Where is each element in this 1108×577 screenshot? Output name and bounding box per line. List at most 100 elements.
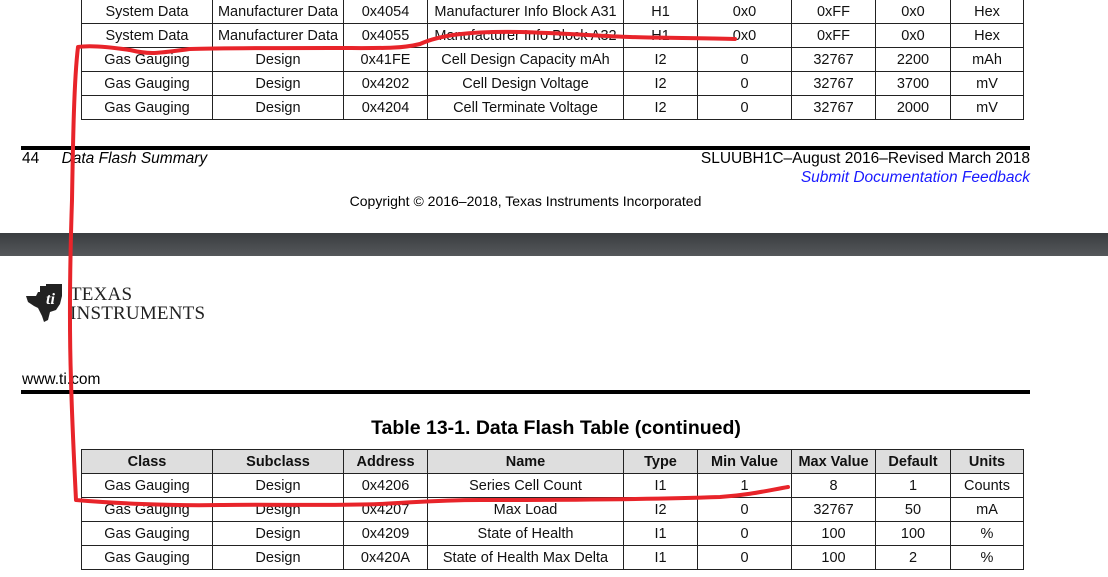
table-cell: Design	[212, 521, 344, 546]
table-cell: Design	[212, 545, 344, 570]
table-cell: State of Health	[427, 521, 624, 546]
table-cell: mA	[950, 497, 1024, 522]
table-row: Gas Gauging Design 0x41FE Cell Design Capac…	[81, 47, 1024, 72]
table-cell: Hex	[950, 23, 1024, 48]
table-row: Gas Gauging Design 0x4202 Cell Design Volta…	[81, 71, 1024, 96]
table-cell: mAh	[950, 47, 1024, 72]
table-cell: Cell Design Capacity mAh	[427, 47, 624, 72]
table-cell: System Data	[81, 0, 213, 24]
table-cell: 0x0	[875, 23, 951, 48]
table-cell: Max Load	[427, 497, 624, 522]
table-cell: 0	[697, 497, 792, 522]
table-cell: 0x0	[697, 0, 792, 24]
table-cell: 2200	[875, 47, 951, 72]
table-body: System Data Manufacturer Data 0x4054 Manufa…	[81, 0, 1024, 120]
table-cell: 0xFF	[791, 23, 876, 48]
section-title: Data Flash Summary	[61, 150, 208, 167]
table-cell: 0x4204	[343, 95, 428, 120]
table-cell: I2	[623, 95, 698, 120]
column-header: Units	[950, 449, 1024, 474]
table-cell: %	[950, 521, 1024, 546]
table-cell: Hex	[950, 0, 1024, 24]
table-cell: 8	[791, 473, 876, 498]
table-cell: 50	[875, 497, 951, 522]
table-cell: Manufacturer Info Block A31	[427, 0, 624, 24]
table-cell: Gas Gauging	[81, 497, 213, 522]
table-cell: 0x4209	[343, 521, 428, 546]
table-row: Gas Gauging Design 0x4207 Max Load I2 0 32767 5…	[81, 497, 1024, 522]
column-header: Address	[343, 449, 428, 474]
table-cell: Manufacturer Info Block A32	[427, 23, 624, 48]
table-cell: Gas Gauging	[81, 545, 213, 570]
table-cell: 32767	[791, 71, 876, 96]
table-cell: I2	[623, 497, 698, 522]
table-cell: 0	[697, 545, 792, 570]
logo-line-1: TEXAS	[70, 284, 133, 305]
table-cell: Series Cell Count	[427, 473, 624, 498]
table-cell: Gas Gauging	[81, 473, 213, 498]
page-number: 44	[22, 150, 40, 167]
table-cell: 0x4054	[343, 0, 428, 24]
table-row: Gas Gauging Design 0x4204 Cell Terminate Vo…	[81, 95, 1024, 120]
table-cell: 100	[791, 545, 876, 570]
table-cell: Counts	[950, 473, 1024, 498]
table-cell: 32767	[791, 47, 876, 72]
table-cell: 3700	[875, 71, 951, 96]
table-cell: 0x4202	[343, 71, 428, 96]
table-cell: Manufacturer Data	[212, 0, 344, 24]
table-cell: 2000	[875, 95, 951, 120]
table-cell: H1	[623, 23, 698, 48]
table-cell: 0x4206	[343, 473, 428, 498]
table-cell: 100	[875, 521, 951, 546]
table-cell: mV	[950, 71, 1024, 96]
table-title: Table 13-1. Data Flash Table (continued)	[371, 417, 741, 439]
table-cell: System Data	[81, 23, 213, 48]
table-cell: I2	[623, 71, 698, 96]
table-cell: 32767	[791, 497, 876, 522]
table-cell: 0x420A	[343, 545, 428, 570]
table-cell: 1	[697, 473, 792, 498]
table-cell: 100	[791, 521, 876, 546]
table-cell: I1	[623, 545, 698, 570]
svg-text:ti: ti	[46, 291, 55, 308]
table-cell: %	[950, 545, 1024, 570]
table-cell: I2	[623, 47, 698, 72]
table-cell: I1	[623, 521, 698, 546]
table-cell: 0	[697, 95, 792, 120]
website-url: www.ti.com	[22, 371, 101, 388]
table-cell: Gas Gauging	[81, 47, 213, 72]
page-separator	[0, 233, 1108, 256]
table-cell: 0x41FE	[343, 47, 428, 72]
table-cell: 32767	[791, 95, 876, 120]
column-header: Min Value	[697, 449, 792, 474]
column-header: Name	[427, 449, 624, 474]
column-header: Max Value	[791, 449, 876, 474]
table-cell: H1	[623, 0, 698, 24]
submit-feedback-link[interactable]: Submit Documentation Feedback	[801, 169, 1030, 187]
table-cell: 2	[875, 545, 951, 570]
table-cell: Manufacturer Data	[212, 23, 344, 48]
ti-logo: ti TEXAS INSTRUMENTS	[24, 282, 205, 324]
table-body: Gas Gauging Design 0x4206 Series Cell Count…	[81, 473, 1024, 570]
table-cell: Design	[212, 473, 344, 498]
data-flash-table: Class Subclass Address Name Type Min Value Max…	[81, 449, 1024, 570]
ti-logo-icon: ti	[26, 284, 62, 322]
table-cell: 0x4055	[343, 23, 428, 48]
table-cell: 0	[697, 47, 792, 72]
table-cell: I1	[623, 473, 698, 498]
column-header: Subclass	[212, 449, 344, 474]
column-header: Type	[623, 449, 698, 474]
table-cell: Design	[212, 95, 344, 120]
table-row: System Data Manufacturer Data 0x4055 Manufa…	[81, 23, 1024, 48]
table-cell: 0	[697, 71, 792, 96]
header-rule	[21, 390, 1030, 394]
table-cell: 0x0	[875, 0, 951, 24]
table-cell: Design	[212, 497, 344, 522]
table-row: Gas Gauging Design 0x420A State of Health M…	[81, 545, 1024, 570]
table-header-row: Class Subclass Address Name Type Min Value Max…	[81, 449, 1024, 474]
table-cell: 0x4207	[343, 497, 428, 522]
logo-line-2: INSTRUMENTS	[70, 303, 206, 324]
table-cell: mV	[950, 95, 1024, 120]
data-flash-table-previous-page: System Data Manufacturer Data 0x4054 Manufa…	[81, 0, 1024, 120]
document-id: SLUUBH1C–August 2016–Revised March 2018	[700, 150, 1030, 167]
